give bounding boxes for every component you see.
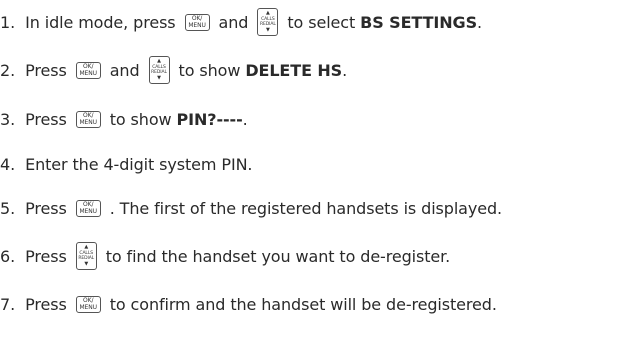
step-number: 1. — [0, 12, 16, 32]
step-number: 7. — [0, 294, 16, 314]
step-text: to find the handset you want to de-regis… — [105, 246, 451, 266]
ok-menu-key-icon: OK/MENU — [184, 13, 210, 31]
step-text: to confirm and the handset will be de-re… — [109, 294, 497, 314]
step-5: 5. Press OK/MENU . The first of the regi… — [0, 193, 502, 223]
menu-option-label: DELETE HS — [245, 60, 343, 80]
ok-menu-key-icon: OK/MENU — [75, 61, 101, 79]
step-number: 4. — [0, 154, 16, 174]
step-text: . The first of the registered handsets i… — [109, 198, 503, 218]
step-text: and — [109, 60, 140, 80]
ok-menu-key-icon: OK/MENU — [75, 199, 101, 217]
step-text: to show — [109, 109, 172, 129]
step-text: Press — [25, 60, 67, 80]
ok-menu-key-icon: OK/MENU — [75, 110, 101, 128]
calls-redial-key-icon: ▲ CALLS REDIAL ▼ — [75, 242, 97, 270]
step-number: 5. — [0, 198, 16, 218]
step-6: 6. Press ▲ CALLS REDIAL ▼ to find the ha… — [0, 241, 450, 271]
menu-option-label: BS SETTINGS — [360, 12, 477, 32]
step-4: 4. Enter the 4-digit system PIN. — [0, 149, 253, 179]
step-text: Press — [25, 198, 67, 218]
step-text: Press — [25, 109, 67, 129]
step-7: 7. Press OK/MENU to confirm and the hand… — [0, 289, 497, 319]
step-text: In idle mode, press — [25, 12, 176, 32]
step-3: 3. Press OK/MENU to show PIN?----. — [0, 109, 248, 129]
ok-menu-key-icon: OK/MENU — [75, 295, 101, 313]
instruction-steps: 1. In idle mode, press OK/MENU and ▲ CAL… — [0, 0, 624, 340]
display-text-label: PIN?---- — [176, 109, 243, 129]
step-text: Press — [25, 294, 67, 314]
step-text: Press — [25, 246, 67, 266]
calls-redial-key-icon: ▲ CALLS REDIAL ▼ — [148, 56, 170, 84]
step-1: 1. In idle mode, press OK/MENU and ▲ CAL… — [0, 7, 482, 37]
step-text: and — [218, 12, 249, 32]
step-number: 6. — [0, 246, 16, 266]
step-number: 2. — [0, 60, 16, 80]
step-number: 3. — [0, 109, 16, 129]
step-text: to show — [178, 60, 241, 80]
calls-redial-key-icon: ▲ CALLS REDIAL ▼ — [257, 8, 279, 36]
step-text: to select — [287, 12, 356, 32]
step-text: Enter the 4-digit system PIN. — [25, 154, 253, 174]
step-2: 2. Press OK/MENU and ▲ CALLS REDIAL ▼ to… — [0, 55, 347, 85]
